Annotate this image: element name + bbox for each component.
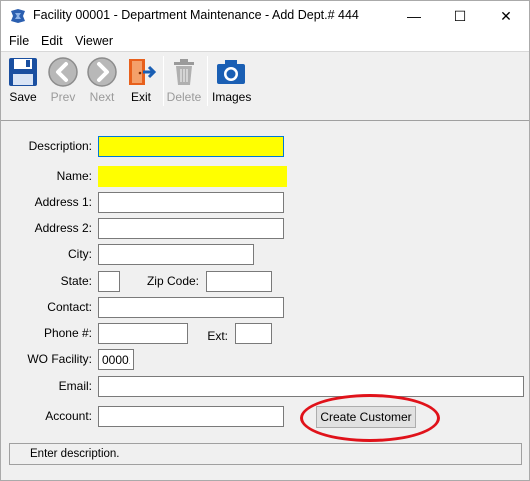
description-input[interactable] [98,136,284,157]
minimize-button[interactable]: — [391,1,437,31]
maximize-button[interactable]: ☐ [437,1,483,31]
email-input[interactable] [98,376,524,397]
contact-input[interactable] [98,297,284,318]
description-label: Description: [28,139,92,153]
save-label: Save [9,90,37,104]
highlight-annotation [300,394,440,442]
email-label: Email: [58,379,92,393]
delete-label: Delete [166,90,202,104]
toolbar: Save Prev Next Exit Delete Images [1,51,529,121]
menu-viewer[interactable]: Viewer [75,34,113,48]
city-label: City: [68,247,92,261]
trash-icon [174,59,194,85]
ext-label: Ext: [207,329,228,343]
name-input[interactable] [98,166,287,187]
address1-label: Address 1: [34,195,92,209]
close-icon: ✕ [500,7,512,24]
contact-label: Contact: [47,300,92,314]
save-icon [9,58,37,86]
application-window: Facility 00001 - Department Maintenance … [0,0,530,481]
prev-button[interactable]: Prev [44,54,82,106]
toolbar-separator [207,56,208,106]
phone-label: Phone #: [43,326,92,340]
wo-facility-label: WO Facility: [27,352,92,366]
address2-input[interactable] [98,218,284,239]
wo-facility-input[interactable] [98,349,134,370]
ext-input[interactable] [235,323,272,344]
app-icon [11,9,25,23]
state-input[interactable] [98,271,120,292]
zip-code-input[interactable] [206,271,272,292]
images-button[interactable]: Images [212,54,252,106]
account-input[interactable] [98,406,284,427]
department-form: Description: Name: Address 1: Address 2:… [1,122,529,442]
save-button[interactable]: Save [4,54,42,106]
account-label: Account: [45,409,92,423]
exit-button[interactable]: Exit [122,54,160,106]
arrow-right-icon [87,57,117,87]
minimize-icon: — [407,8,421,24]
status-message: Enter description. [30,448,120,460]
exit-door-icon [129,59,157,85]
prev-label: Prev [50,90,76,104]
images-label: Images [212,90,252,104]
zip-code-label: Zip Code: [146,274,199,288]
address2-label: Address 2: [34,221,92,235]
status-bar: Enter description. [9,443,522,465]
maximize-icon: ☐ [453,7,467,24]
menu-file[interactable]: File [9,34,29,48]
name-label: Name: [56,169,92,183]
menu-edit[interactable]: Edit [41,34,63,48]
title-bar[interactable]: Facility 00001 - Department Maintenance … [1,1,529,31]
window-title: Facility 00001 - Department Maintenance … [33,8,359,22]
camera-icon [217,60,245,84]
toolbar-separator [163,56,164,106]
delete-button[interactable]: Delete [165,54,203,106]
state-label: State: [60,274,92,288]
phone-input[interactable] [98,323,188,344]
next-button[interactable]: Next [83,54,121,106]
close-button[interactable]: ✕ [483,1,529,31]
exit-label: Exit [130,90,151,104]
arrow-left-icon [48,57,78,87]
menu-bar: File Edit Viewer [1,31,529,51]
next-label: Next [89,90,115,104]
city-input[interactable] [98,244,254,265]
address1-input[interactable] [98,192,284,213]
